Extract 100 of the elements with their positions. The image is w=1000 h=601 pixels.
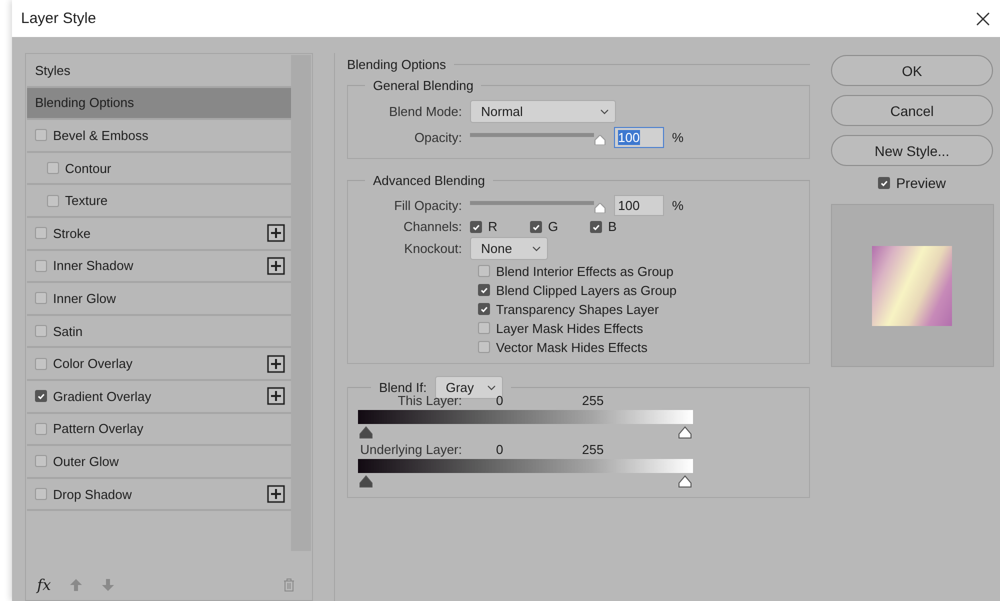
channel-label: G [548,219,558,234]
sidebar-row[interactable]: Pattern Overlay [27,414,291,446]
slider-thumb-icon[interactable] [594,203,606,213]
scrollbar[interactable] [291,55,311,551]
group-title: Advanced Blending [373,173,486,188]
option-label: Vector Mask Hides Effects [496,340,648,354]
style-category[interactable]: Blending Options [35,95,285,110]
knockout-dropdown[interactable]: None [470,237,548,260]
dialog-button[interactable]: Cancel [831,95,993,126]
slider-thumb-icon[interactable] [359,475,373,488]
option-label: Blend Interior Effects as Group [496,264,674,278]
high-value: 255 [582,393,604,408]
add-icon[interactable] [267,485,285,504]
option-label: Transparency Shapes Layer [496,302,659,316]
checkmark-icon [36,391,46,402]
checkbox[interactable] [878,177,890,189]
checkbox[interactable] [35,488,47,500]
field-label: Blend If: [379,380,427,395]
checkbox[interactable] [35,390,47,402]
option-label: Blend Clipped Layers as Group [496,282,677,298]
channel-label: R [488,219,498,234]
add-icon[interactable] [267,354,285,373]
add-icon[interactable] [267,256,285,275]
checkbox[interactable] [35,129,47,142]
section-title: Blending Options [347,57,446,72]
effect-label[interactable]: Inner Shadow [53,258,261,274]
field-label: Channels: [402,219,462,234]
effect-label[interactable]: Inner Glow [53,290,285,306]
slider-thumb-icon[interactable] [359,426,373,439]
sidebar-row[interactable]: Bevel & Emboss [27,120,291,153]
unit-label: % [672,130,684,145]
slider-thumb-icon[interactable] [594,135,606,145]
down-arrow-icon[interactable] [101,578,116,592]
sidebar-row[interactable]: Drop Shadow [27,478,291,512]
checkbox[interactable] [478,341,490,353]
group-title: General Blending [373,78,474,93]
sidebar-row[interactable]: Stroke [27,218,291,251]
add-icon[interactable] [267,387,285,406]
field-label: Opacity: [413,130,462,145]
opacity-field[interactable]: 100 [614,127,664,148]
ramp-label: Underlying Layer: [359,442,462,457]
checkbox[interactable] [590,220,602,232]
sidebar-row[interactable]: Inner Shadow [27,250,291,284]
dialog-button[interactable]: New Style... [831,135,993,166]
caret-icon [600,108,609,114]
slider-thumb-icon[interactable] [678,426,692,439]
slider-thumb-icon[interactable] [678,475,692,488]
dialog-button[interactable]: OK [831,55,993,86]
add-icon[interactable] [267,224,285,242]
checkbox[interactable] [35,358,47,370]
sidebar-row[interactable]: Satin [27,316,291,348]
style-category[interactable]: Styles [35,62,285,78]
effect-label[interactable]: Pattern Overlay [53,421,285,436]
effect-label[interactable]: Color Overlay [53,356,261,372]
checkbox[interactable] [478,265,490,277]
checkbox[interactable] [35,260,47,272]
low-value: 0 [496,442,504,457]
effect-label[interactable]: Stroke [53,226,261,241]
field-label: Knockout: [403,241,462,256]
sidebar-row[interactable]: Blending Options [27,88,291,120]
sidebar-row[interactable]: Gradient Overlay [27,380,291,414]
checkbox[interactable] [35,422,47,435]
sidebar-row[interactable]: Color Overlay [27,348,291,381]
effect-label[interactable]: Bevel & Emboss [53,128,285,143]
sidebar-row[interactable]: Texture [27,185,291,218]
effect-label[interactable]: Contour [65,160,285,176]
channel-label: B [608,219,617,234]
checkbox[interactable] [35,455,47,468]
checkbox[interactable] [470,220,482,232]
checkbox[interactable] [35,292,47,304]
fx-button[interactable]: fx [37,576,52,594]
effect-label[interactable]: Gradient Overlay [53,388,261,404]
checkbox[interactable] [478,303,490,315]
sidebar-row[interactable]: Inner Glow [27,283,291,316]
trash-icon[interactable] [283,578,295,592]
effect-label[interactable]: Outer Glow [53,454,285,469]
checkbox[interactable] [35,227,47,240]
field-label: Blend Mode: [388,104,462,119]
close-icon[interactable] [976,12,990,26]
blend-mode-dropdown[interactable]: Normal [470,100,616,123]
effect-label[interactable]: Satin [53,324,285,339]
unit-label: % [672,198,684,213]
fill-opacity-field[interactable]: 100 [614,195,664,216]
checkmark-icon [879,178,890,188]
checkbox[interactable] [478,284,490,296]
field-label: Fill Opacity: [393,198,462,213]
option-label: Layer Mask Hides Effects [496,320,644,336]
high-value: 255 [582,442,604,457]
checkbox[interactable] [47,194,59,207]
checkbox[interactable] [35,325,47,338]
checkbox[interactable] [530,220,542,232]
checkbox[interactable] [47,162,59,174]
preview-label: Preview [896,175,946,191]
sidebar-row[interactable]: Outer Glow [27,446,291,479]
sidebar-row[interactable]: Contour [27,152,291,186]
checkbox[interactable] [478,322,490,334]
up-arrow-icon[interactable] [69,578,84,592]
effect-label[interactable]: Drop Shadow [53,486,261,502]
caret-icon [532,246,541,252]
effect-label[interactable]: Texture [65,193,285,208]
